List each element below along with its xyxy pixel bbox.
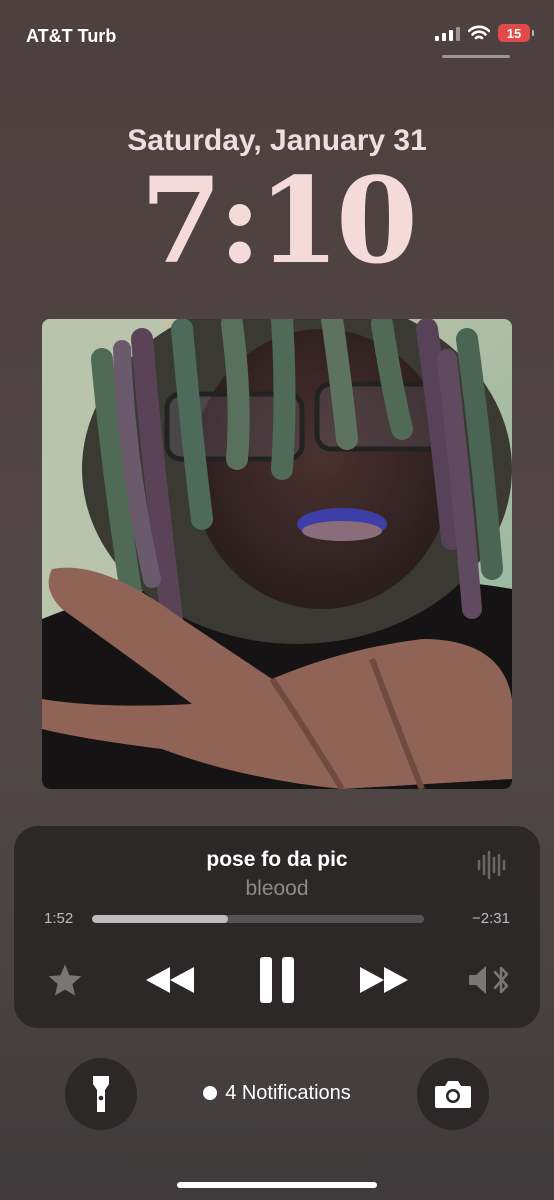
status-indicators: 15 — [435, 24, 534, 42]
now-playing-widget[interactable]: pose fo da pic bleood 1:52 −2:31 — [14, 826, 540, 1028]
camera-button[interactable] — [417, 1058, 489, 1130]
notification-dot — [203, 1086, 218, 1100]
status-bar: AT&T Turb 15 — [0, 0, 554, 70]
track-title[interactable]: pose fo da pic — [14, 848, 540, 872]
lock-time: 7:10 — [140, 151, 418, 290]
signal-icon — [435, 25, 460, 41]
star-icon — [48, 964, 82, 996]
playback-progress — [92, 915, 229, 923]
album-art — [42, 319, 512, 789]
favorite-button[interactable] — [44, 960, 86, 1000]
fast-forward-icon — [360, 967, 408, 993]
speaker-bluetooth-icon — [469, 966, 509, 994]
playback-scrubber[interactable] — [92, 915, 424, 923]
battery-icon: 15 — [498, 24, 534, 42]
track-artist[interactable]: bleood — [14, 877, 540, 901]
rewind-button[interactable] — [142, 960, 198, 1000]
battery-level: 15 — [506, 25, 522, 41]
wifi-icon — [468, 25, 490, 39]
rewind-icon — [146, 967, 194, 993]
camera-icon — [435, 1081, 471, 1108]
elapsed-time: 1:52 — [44, 910, 74, 927]
pause-icon — [260, 957, 294, 1003]
carrier-name: AT&T Turb — [26, 26, 117, 46]
waveform-icon[interactable] — [476, 850, 506, 880]
audio-output-button[interactable] — [466, 960, 512, 1000]
remaining-time: −2:31 — [472, 910, 510, 927]
fast-forward-button[interactable] — [356, 960, 412, 1000]
notifications-label: 4 Notifications — [225, 1082, 351, 1104]
home-indicator[interactable] — [177, 1182, 377, 1188]
pause-button[interactable] — [254, 954, 300, 1006]
album-art-image — [42, 319, 512, 789]
control-center-hint[interactable] — [442, 55, 510, 58]
